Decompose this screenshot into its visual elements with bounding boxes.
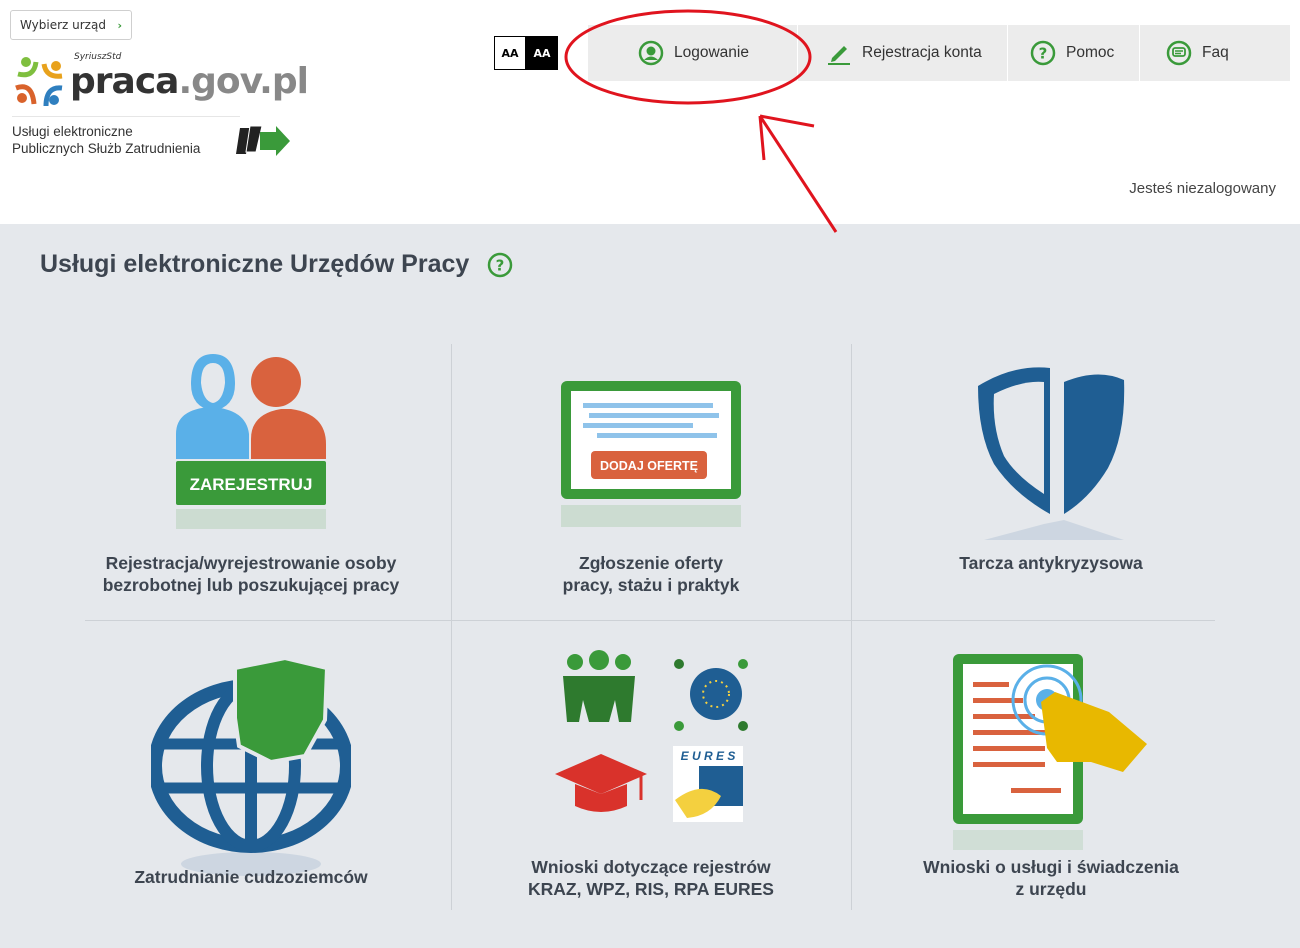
tile-label-line2: KRAZ, WPZ, RIS, RPA EURES [528, 879, 774, 899]
nav-faq[interactable]: Faq [1140, 25, 1290, 81]
question-circle-icon: ? [1030, 40, 1056, 66]
nav-faq-label: Faq [1202, 44, 1229, 61]
choose-office-button[interactable]: Wybierz urząd › [10, 10, 132, 40]
grid-divider [85, 620, 1215, 621]
site-logo[interactable]: SyriuszStd praca.gov.pl [12, 48, 309, 114]
tile-register-applications[interactable]: E U R E S Wnioski dotyczące rejestrów KR… [451, 634, 851, 924]
tile-label: Zatrudnianie cudzoziemców [51, 866, 451, 888]
choose-office-label: Wybierz urząd [20, 18, 106, 32]
font-normal-button[interactable]: AA [494, 36, 526, 70]
tile-label: Wnioski dotyczące rejestrów KRAZ, WPZ, R… [451, 856, 851, 900]
tile-job-offer[interactable]: DODAJ OFERTĘ Zgłoszenie oferty pracy, st… [451, 334, 851, 610]
nav-register-label: Rejestracja konta [862, 44, 982, 61]
user-circle-icon [638, 40, 664, 66]
tile-label: Wnioski o usługi i świadczenia z urzędu [851, 856, 1251, 900]
top-navigation: Logowanie Rejestracja konta ? Pomoc Faq [588, 25, 1290, 81]
tile-anti-crisis-shield[interactable]: Tarcza antykryzysowa [851, 334, 1251, 610]
logo-subtitle: Usługi elektroniczne Publicznych Służb Z… [12, 116, 240, 157]
people-circle-logo-icon [15, 57, 63, 107]
pencil-icon [828, 46, 850, 65]
logo-wordmark: praca.gov.pl [70, 61, 309, 102]
tile-label-line1: Zgłoszenie oferty [579, 553, 723, 573]
services-section: Usługi elektroniczne Urzędów Pracy ? ZAR… [0, 224, 1300, 948]
tile-label-line1: Zatrudnianie cudzoziemców [134, 867, 368, 887]
shield-icon [978, 367, 1125, 540]
eures-logo-text: E U R E S [681, 749, 736, 763]
font-size-switcher: AA AA [494, 36, 558, 70]
logo-subtitle-line1: Usługi elektroniczne [12, 124, 133, 139]
svg-text:?: ? [1039, 45, 1048, 63]
question-circle-icon[interactable]: ? [487, 252, 513, 278]
tile-label-line1: Wnioski o usługi i świadczenia [923, 857, 1179, 877]
tile-label: Rejestracja/wyrejestrowanie osoby bezrob… [51, 552, 451, 596]
tile-label-line2: pracy, stażu i praktyk [562, 575, 740, 595]
nav-login[interactable]: Logowanie [588, 25, 798, 81]
add-offer-badge-label: DODAJ OFERTĘ [600, 459, 698, 473]
page-header: Wybierz urząd › SyriuszStd praca.gov.pl … [0, 0, 1300, 224]
register-people-icon: ZAREJESTRUJ [176, 354, 326, 529]
tile-service-requests[interactable]: Wnioski o usługi i świadczenia z urzędu [851, 634, 1251, 924]
arrow-cards-icon [236, 125, 290, 156]
tile-label-line2: bezrobotnej lub poszukującej pracy [102, 575, 400, 595]
nav-register[interactable]: Rejestracja konta [798, 25, 1008, 81]
logo-brand-domain: .gov.pl [178, 61, 308, 102]
logo-subtitle-line2: Publicznych Służb Zatrudnienia [12, 141, 201, 156]
chat-bubble-icon [1166, 40, 1192, 66]
login-status: Jesteś niezalogowany [1129, 180, 1276, 197]
logo-brand-main: praca [70, 61, 179, 102]
tile-label-line2: z urzędu [1015, 879, 1087, 899]
nav-help[interactable]: ? Pomoc [1008, 25, 1140, 81]
font-contrast-button[interactable]: AA [526, 36, 558, 70]
nav-help-label: Pomoc [1066, 44, 1115, 61]
nav-login-label: Logowanie [674, 44, 749, 61]
tile-label: Tarcza antykryzysowa [851, 552, 1251, 574]
page-title: Usługi elektroniczne Urzędów Pracy [40, 250, 470, 278]
registers-collage-icon: E U R E S [555, 650, 748, 822]
chevron-right-icon: › [117, 19, 122, 32]
job-offer-board-icon: DODAJ OFERTĘ [561, 381, 741, 527]
tile-foreigners-employment[interactable]: Zatrudnianie cudzoziemców [51, 634, 451, 924]
svg-text:?: ? [496, 257, 505, 275]
globe-icon [151, 656, 351, 876]
tile-register-unemployed[interactable]: ZAREJESTRUJ Rejestracja/wyrejestrowanie … [51, 334, 451, 610]
document-touch-icon [953, 654, 1147, 850]
tile-label: Zgłoszenie oferty pracy, stażu i praktyk [451, 552, 851, 596]
tile-label-line1: Tarcza antykryzysowa [959, 553, 1143, 573]
tile-label-line1: Wnioski dotyczące rejestrów [531, 857, 771, 877]
tile-label-line1: Rejestracja/wyrejestrowanie osoby [105, 553, 397, 573]
register-badge-label: ZAREJESTRUJ [190, 475, 313, 494]
